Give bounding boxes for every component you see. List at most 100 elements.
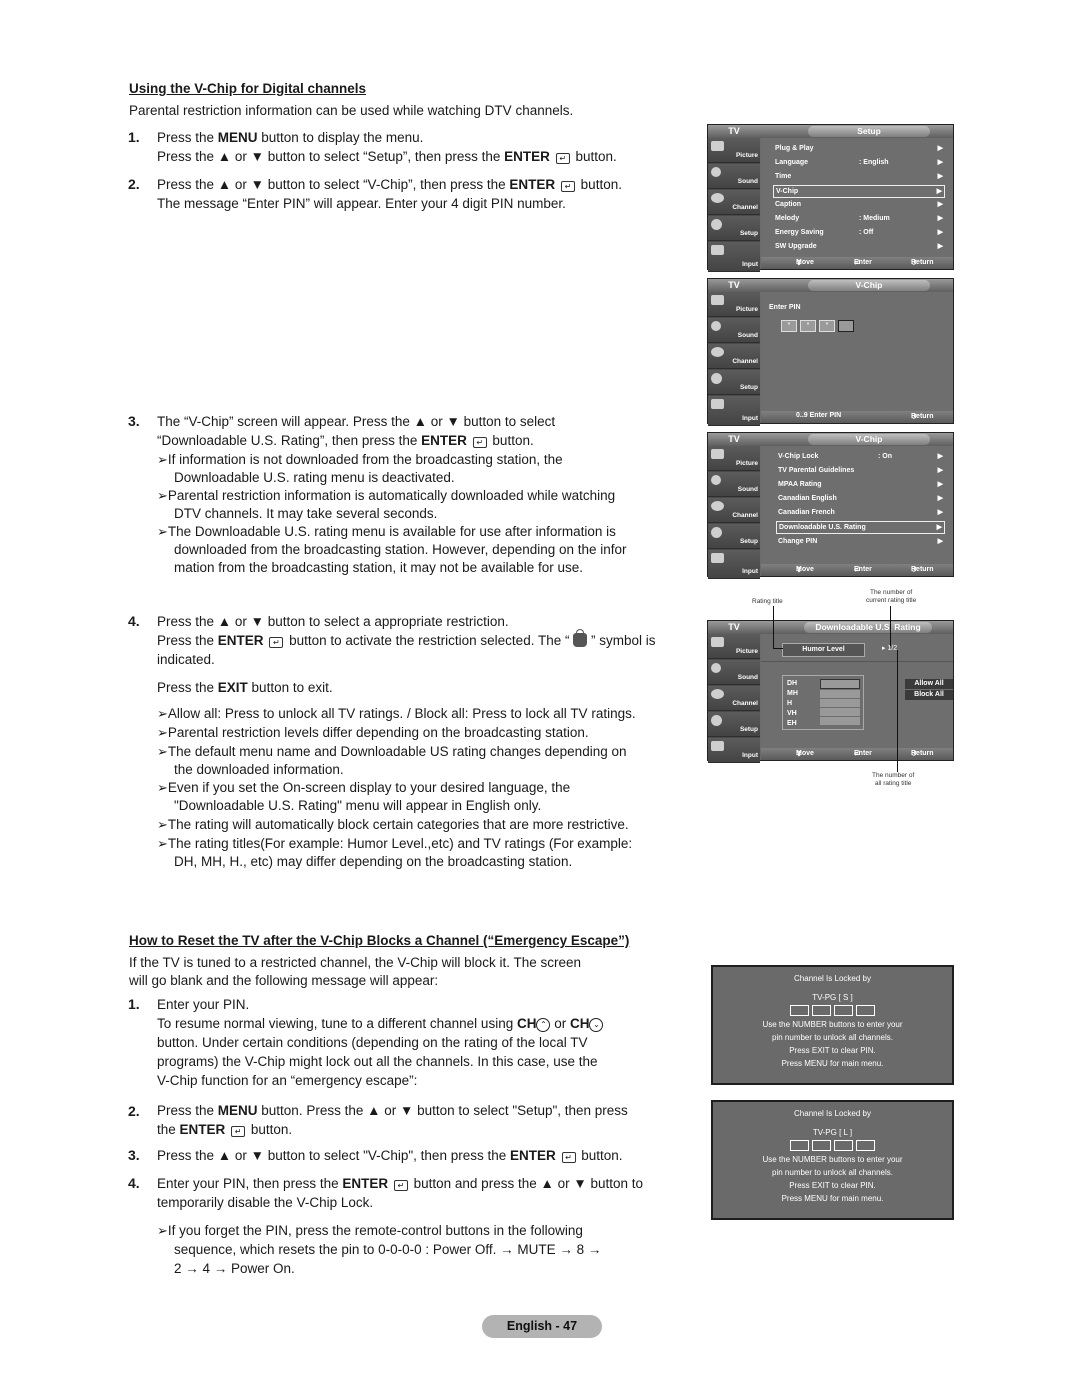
- note: ➢The rating titles(For example: Humor Le…: [157, 836, 633, 869]
- rating-label: VH: [787, 710, 797, 717]
- side-item-input[interactable]: Input: [708, 242, 760, 272]
- step-2: Press the MENU button. Press the ▲ or ▼ …: [157, 1103, 628, 1137]
- menu-item[interactable]: MPAA Rating ▶: [778, 478, 945, 491]
- side-item-channel[interactable]: Channel: [708, 344, 760, 369]
- enter-icon: ↵: [231, 1126, 246, 1137]
- menu-body: Plug & Play ▶ Language: English ▶ Time ▶ V-…: [761, 138, 953, 257]
- leader-line: [890, 606, 891, 646]
- menu-title: Downloadable U.S. Rating: [804, 622, 932, 633]
- menu-item[interactable]: Plug & Play ▶: [775, 142, 945, 155]
- note: ➢Even if you set the On-screen display t…: [157, 780, 571, 813]
- side-item-picture[interactable]: Picture: [708, 634, 760, 659]
- note-arrow-icon: ➢: [157, 452, 168, 467]
- page-number-label: English - 47: [482, 1315, 602, 1338]
- note: ➢The rating will automatically block cer…: [157, 817, 629, 832]
- menu-item[interactable]: Caption ▶: [775, 198, 945, 211]
- side-item-sound[interactable]: Sound: [708, 472, 760, 497]
- footer-hints: ⇕ Move ⏎ Enter ↺ Return: [761, 257, 953, 269]
- side-item-input[interactable]: Input: [708, 396, 760, 426]
- menu-item[interactable]: Energy Saving: Off ▶: [775, 226, 945, 239]
- menu-item[interactable]: Melody: Medium ▶: [775, 212, 945, 225]
- side-item-channel[interactable]: Channel: [708, 498, 760, 523]
- side-item-sound[interactable]: Sound: [708, 660, 760, 685]
- side-item-setup[interactable]: Setup: [708, 370, 760, 395]
- side-item-setup[interactable]: Setup: [708, 216, 760, 241]
- menu-body: Humor Level ▸ 1/2 DH MH H VH EH Allow Al…: [761, 634, 953, 748]
- annotation-all-count: The number of all rating title: [872, 772, 915, 787]
- menu-item[interactable]: TV Parental Guidelines ▶: [778, 464, 945, 477]
- rating-label: H: [787, 700, 793, 707]
- pin-input-boxes[interactable]: [713, 1005, 952, 1016]
- leader-line: [773, 606, 774, 649]
- sound-icon: [711, 167, 721, 177]
- step-number: 2.: [128, 1103, 140, 1119]
- rating-label: DH: [787, 680, 798, 687]
- enter-icon: ↵: [561, 1152, 576, 1163]
- tv-label: TV: [728, 280, 740, 290]
- side-item-picture[interactable]: Picture: [708, 292, 760, 317]
- note-arrow-icon: ➢: [157, 836, 168, 851]
- side-item-sound[interactable]: Sound: [708, 318, 760, 343]
- menu-title: V-Chip: [808, 280, 930, 291]
- menu-item[interactable]: V-Chip Lock: On ▶: [778, 450, 945, 463]
- menu-item-selected[interactable]: V-Chip ▶: [773, 185, 945, 198]
- setup-gear-icon: [711, 373, 722, 384]
- menu-item[interactable]: Canadian French ▶: [778, 506, 945, 519]
- menu-title: Setup: [808, 126, 930, 137]
- menu-item-selected[interactable]: Downloadable U.S. Rating ▶: [776, 521, 945, 534]
- lock-icon: [573, 629, 588, 647]
- menu-item[interactable]: Canadian English ▶: [778, 492, 945, 505]
- step-line: Press the ▲ or ▼ button to select “Setup…: [157, 149, 617, 164]
- tv-screen-vchip: TV V-Chip Picture Sound Channel Setup In…: [707, 432, 954, 579]
- side-item-channel[interactable]: Channel: [708, 686, 760, 711]
- side-item-picture[interactable]: Picture: [708, 138, 760, 163]
- channel-icon: [711, 501, 724, 511]
- menu-item[interactable]: SW Upgrade ▶: [775, 240, 945, 253]
- note-arrow-icon: ➢: [157, 1223, 168, 1238]
- note-arrow-icon: ➢: [157, 780, 168, 795]
- menu-item[interactable]: Change PIN ▶: [778, 535, 945, 548]
- rating-lock-cell[interactable]: [820, 699, 860, 707]
- step-number: 4.: [128, 613, 140, 629]
- rating-lock-cell[interactable]: [820, 708, 860, 716]
- note-arrow-icon: ➢: [157, 817, 168, 832]
- side-item-input[interactable]: Input: [708, 550, 760, 579]
- note: ➢Parental restriction information is aut…: [157, 488, 616, 521]
- note: ➢If information is not downloaded from t…: [157, 452, 563, 485]
- pin-digit-active: [838, 320, 854, 332]
- tv-screen-enter-pin: TV V-Chip Picture Sound Channel Setup In…: [707, 278, 954, 426]
- tv-label: TV: [728, 434, 740, 444]
- leader-line: [897, 650, 898, 772]
- note-arrow-icon: ➢: [157, 524, 168, 539]
- channel-locked-message: Channel Is Locked by TV-PG [ S ] Use the…: [711, 965, 954, 1085]
- menu-item[interactable]: Time ▶: [775, 170, 945, 183]
- rating-lock-cell[interactable]: [820, 690, 860, 698]
- side-item-picture[interactable]: Picture: [708, 446, 760, 471]
- picture-icon: [711, 637, 724, 647]
- side-item-setup[interactable]: Setup: [708, 524, 760, 549]
- locked-rating: TV-PG [ L ]: [812, 1128, 853, 1137]
- note: ➢The default menu name and Downloadable …: [157, 744, 627, 777]
- step-line: “Downloadable U.S. Rating”, then press t…: [157, 433, 534, 448]
- enter-pin-label: Enter PIN: [769, 304, 801, 311]
- allow-all-button[interactable]: Allow All: [905, 679, 953, 689]
- rating-lock-cell[interactable]: [820, 679, 860, 689]
- rating-label: EH: [787, 720, 797, 727]
- step-3: Press the ▲ or ▼ button to select "V-Chi…: [157, 1148, 623, 1163]
- side-item-setup[interactable]: Setup: [708, 712, 760, 737]
- note: ➢The Downloadable U.S. rating menu is av…: [157, 524, 627, 575]
- pin-input-boxes[interactable]: [713, 1140, 952, 1151]
- side-item-sound[interactable]: Sound: [708, 164, 760, 189]
- footer-hints: ⇕ Move ⏎ Enter ↺ Return: [761, 564, 953, 576]
- step-line: Press the MENU button to display the men…: [157, 130, 424, 145]
- step-number: 1.: [128, 996, 140, 1012]
- step-3: The “V-Chip” screen will appear. Press t…: [157, 412, 555, 450]
- rating-lock-cell[interactable]: [820, 717, 860, 725]
- side-item-input[interactable]: Input: [708, 738, 760, 763]
- pin-boxes[interactable]: * * *: [781, 320, 854, 332]
- rating-title-box[interactable]: Humor Level: [782, 643, 865, 657]
- side-item-channel[interactable]: Channel: [708, 190, 760, 215]
- menu-item[interactable]: Language: English ▶: [775, 156, 945, 169]
- block-all-button[interactable]: Block All: [905, 690, 953, 700]
- step-line: The message “Enter PIN” will appear. Ent…: [157, 196, 566, 211]
